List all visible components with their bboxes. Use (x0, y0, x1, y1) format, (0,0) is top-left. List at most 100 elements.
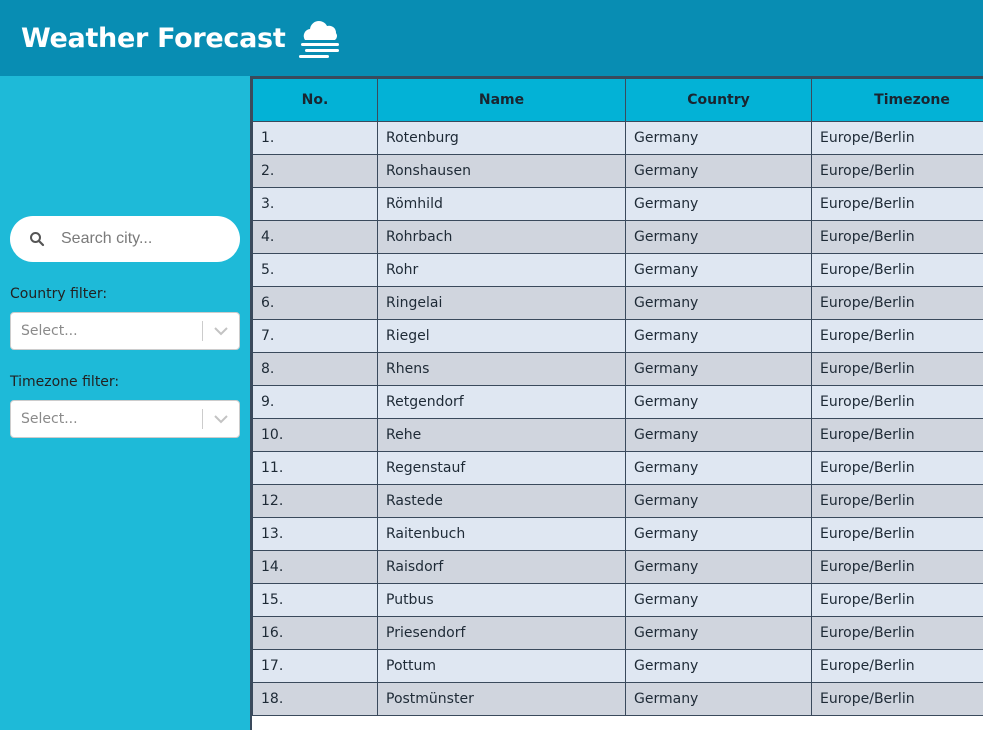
cell-name: Rehe (377, 418, 626, 452)
cell-name: Ringelai (377, 286, 626, 320)
cell-name: Putbus (377, 583, 626, 617)
column-header-name[interactable]: Name (377, 78, 626, 122)
table-row[interactable]: 12. Rastede Germany Europe/Berlin (252, 484, 983, 518)
cell-timezone: Europe/Berlin (811, 385, 983, 419)
table-row[interactable]: 18. Postmünster Germany Europe/Berlin (252, 682, 983, 716)
cell-name: Raisdorf (377, 550, 626, 584)
cell-no: 12. (252, 484, 378, 518)
cell-country: Germany (625, 220, 812, 254)
cell-timezone: Europe/Berlin (811, 517, 983, 551)
cell-country: Germany (625, 385, 812, 419)
cell-no: 11. (252, 451, 378, 485)
cell-no: 15. (252, 583, 378, 617)
cell-country: Germany (625, 451, 812, 485)
timezone-filter-value: Select... (21, 411, 78, 427)
search-box[interactable] (10, 216, 240, 262)
cell-no: 17. (252, 649, 378, 683)
table-row[interactable]: 3. Römhild Germany Europe/Berlin (252, 187, 983, 221)
column-header-timezone[interactable]: Timezone (811, 78, 983, 122)
cell-name: Rotenburg (377, 121, 626, 155)
cell-country: Germany (625, 121, 812, 155)
column-header-country[interactable]: Country (625, 78, 812, 122)
cell-no: 2. (252, 154, 378, 188)
cell-country: Germany (625, 154, 812, 188)
cell-no: 1. (252, 121, 378, 155)
cell-timezone: Europe/Berlin (811, 352, 983, 386)
cell-name: Pottum (377, 649, 626, 683)
cell-name: Rhens (377, 352, 626, 386)
table-row[interactable]: 8. Rhens Germany Europe/Berlin (252, 352, 983, 386)
cell-name: Regenstauf (377, 451, 626, 485)
cell-country: Germany (625, 616, 812, 650)
cell-country: Germany (625, 352, 812, 386)
cell-no: 7. (252, 319, 378, 353)
table-row[interactable]: 2. Ronshausen Germany Europe/Berlin (252, 154, 983, 188)
cell-timezone: Europe/Berlin (811, 649, 983, 683)
app-header: Weather Forecast (0, 0, 983, 76)
cloud-fog-icon (297, 18, 343, 58)
chevron-down-icon[interactable] (203, 326, 239, 336)
table-row[interactable]: 11. Regenstauf Germany Europe/Berlin (252, 451, 983, 485)
cell-name: Rastede (377, 484, 626, 518)
cell-no: 9. (252, 385, 378, 419)
table-header-row: No. Name Country Timezone (252, 78, 983, 122)
cell-no: 14. (252, 550, 378, 584)
cell-timezone: Europe/Berlin (811, 616, 983, 650)
country-filter-label: Country filter: (10, 286, 108, 302)
cell-timezone: Europe/Berlin (811, 121, 983, 155)
cell-timezone: Europe/Berlin (811, 418, 983, 452)
cell-timezone: Europe/Berlin (811, 253, 983, 287)
cell-timezone: Europe/Berlin (811, 286, 983, 320)
cell-name: Riegel (377, 319, 626, 353)
table-row[interactable]: 4. Rohrbach Germany Europe/Berlin (252, 220, 983, 254)
cell-no: 10. (252, 418, 378, 452)
table-row[interactable]: 13. Raitenbuch Germany Europe/Berlin (252, 517, 983, 551)
cell-country: Germany (625, 484, 812, 518)
cell-name: Römhild (377, 187, 626, 221)
cell-no: 13. (252, 517, 378, 551)
cell-timezone: Europe/Berlin (811, 682, 983, 716)
cell-name: Priesendorf (377, 616, 626, 650)
cell-name: Raitenbuch (377, 517, 626, 551)
country-filter-select[interactable]: Select... (10, 312, 240, 350)
cell-name: Postmünster (377, 682, 626, 716)
table-row[interactable]: 1. Rotenburg Germany Europe/Berlin (252, 121, 983, 155)
app-title: Weather Forecast (21, 22, 286, 54)
table-row[interactable]: 10. Rehe Germany Europe/Berlin (252, 418, 983, 452)
table-row[interactable]: 7. Riegel Germany Europe/Berlin (252, 319, 983, 353)
table-row[interactable]: 9. Retgendorf Germany Europe/Berlin (252, 385, 983, 419)
chevron-down-icon[interactable] (203, 414, 239, 424)
cell-timezone: Europe/Berlin (811, 583, 983, 617)
cell-no: 8. (252, 352, 378, 386)
cell-timezone: Europe/Berlin (811, 187, 983, 221)
table-row[interactable]: 14. Raisdorf Germany Europe/Berlin (252, 550, 983, 584)
cell-country: Germany (625, 583, 812, 617)
cell-name: Rohr (377, 253, 626, 287)
cities-table: No. Name Country Timezone 1. Rotenburg Ger… (252, 78, 983, 716)
table-row[interactable]: 15. Putbus Germany Europe/Berlin (252, 583, 983, 617)
cell-name: Rohrbach (377, 220, 626, 254)
search-icon (30, 232, 45, 247)
cell-timezone: Europe/Berlin (811, 220, 983, 254)
cell-country: Germany (625, 517, 812, 551)
cell-name: Retgendorf (377, 385, 626, 419)
cell-name: Ronshausen (377, 154, 626, 188)
table-row[interactable]: 6. Ringelai Germany Europe/Berlin (252, 286, 983, 320)
cell-country: Germany (625, 550, 812, 584)
timezone-filter-select[interactable]: Select... (10, 400, 240, 438)
cell-country: Germany (625, 187, 812, 221)
cell-country: Germany (625, 253, 812, 287)
cell-no: 5. (252, 253, 378, 287)
table-row[interactable]: 17. Pottum Germany Europe/Berlin (252, 649, 983, 683)
country-filter-value: Select... (21, 323, 78, 339)
column-header-no[interactable]: No. (252, 78, 378, 122)
table-row[interactable]: 5. Rohr Germany Europe/Berlin (252, 253, 983, 287)
table-row[interactable]: 16. Priesendorf Germany Europe/Berlin (252, 616, 983, 650)
cell-timezone: Europe/Berlin (811, 154, 983, 188)
cell-country: Germany (625, 682, 812, 716)
cell-timezone: Europe/Berlin (811, 484, 983, 518)
cell-no: 4. (252, 220, 378, 254)
cell-country: Germany (625, 649, 812, 683)
cities-table-container[interactable]: No. Name Country Timezone 1. Rotenburg Ger… (250, 76, 983, 730)
search-input[interactable] (59, 229, 223, 249)
